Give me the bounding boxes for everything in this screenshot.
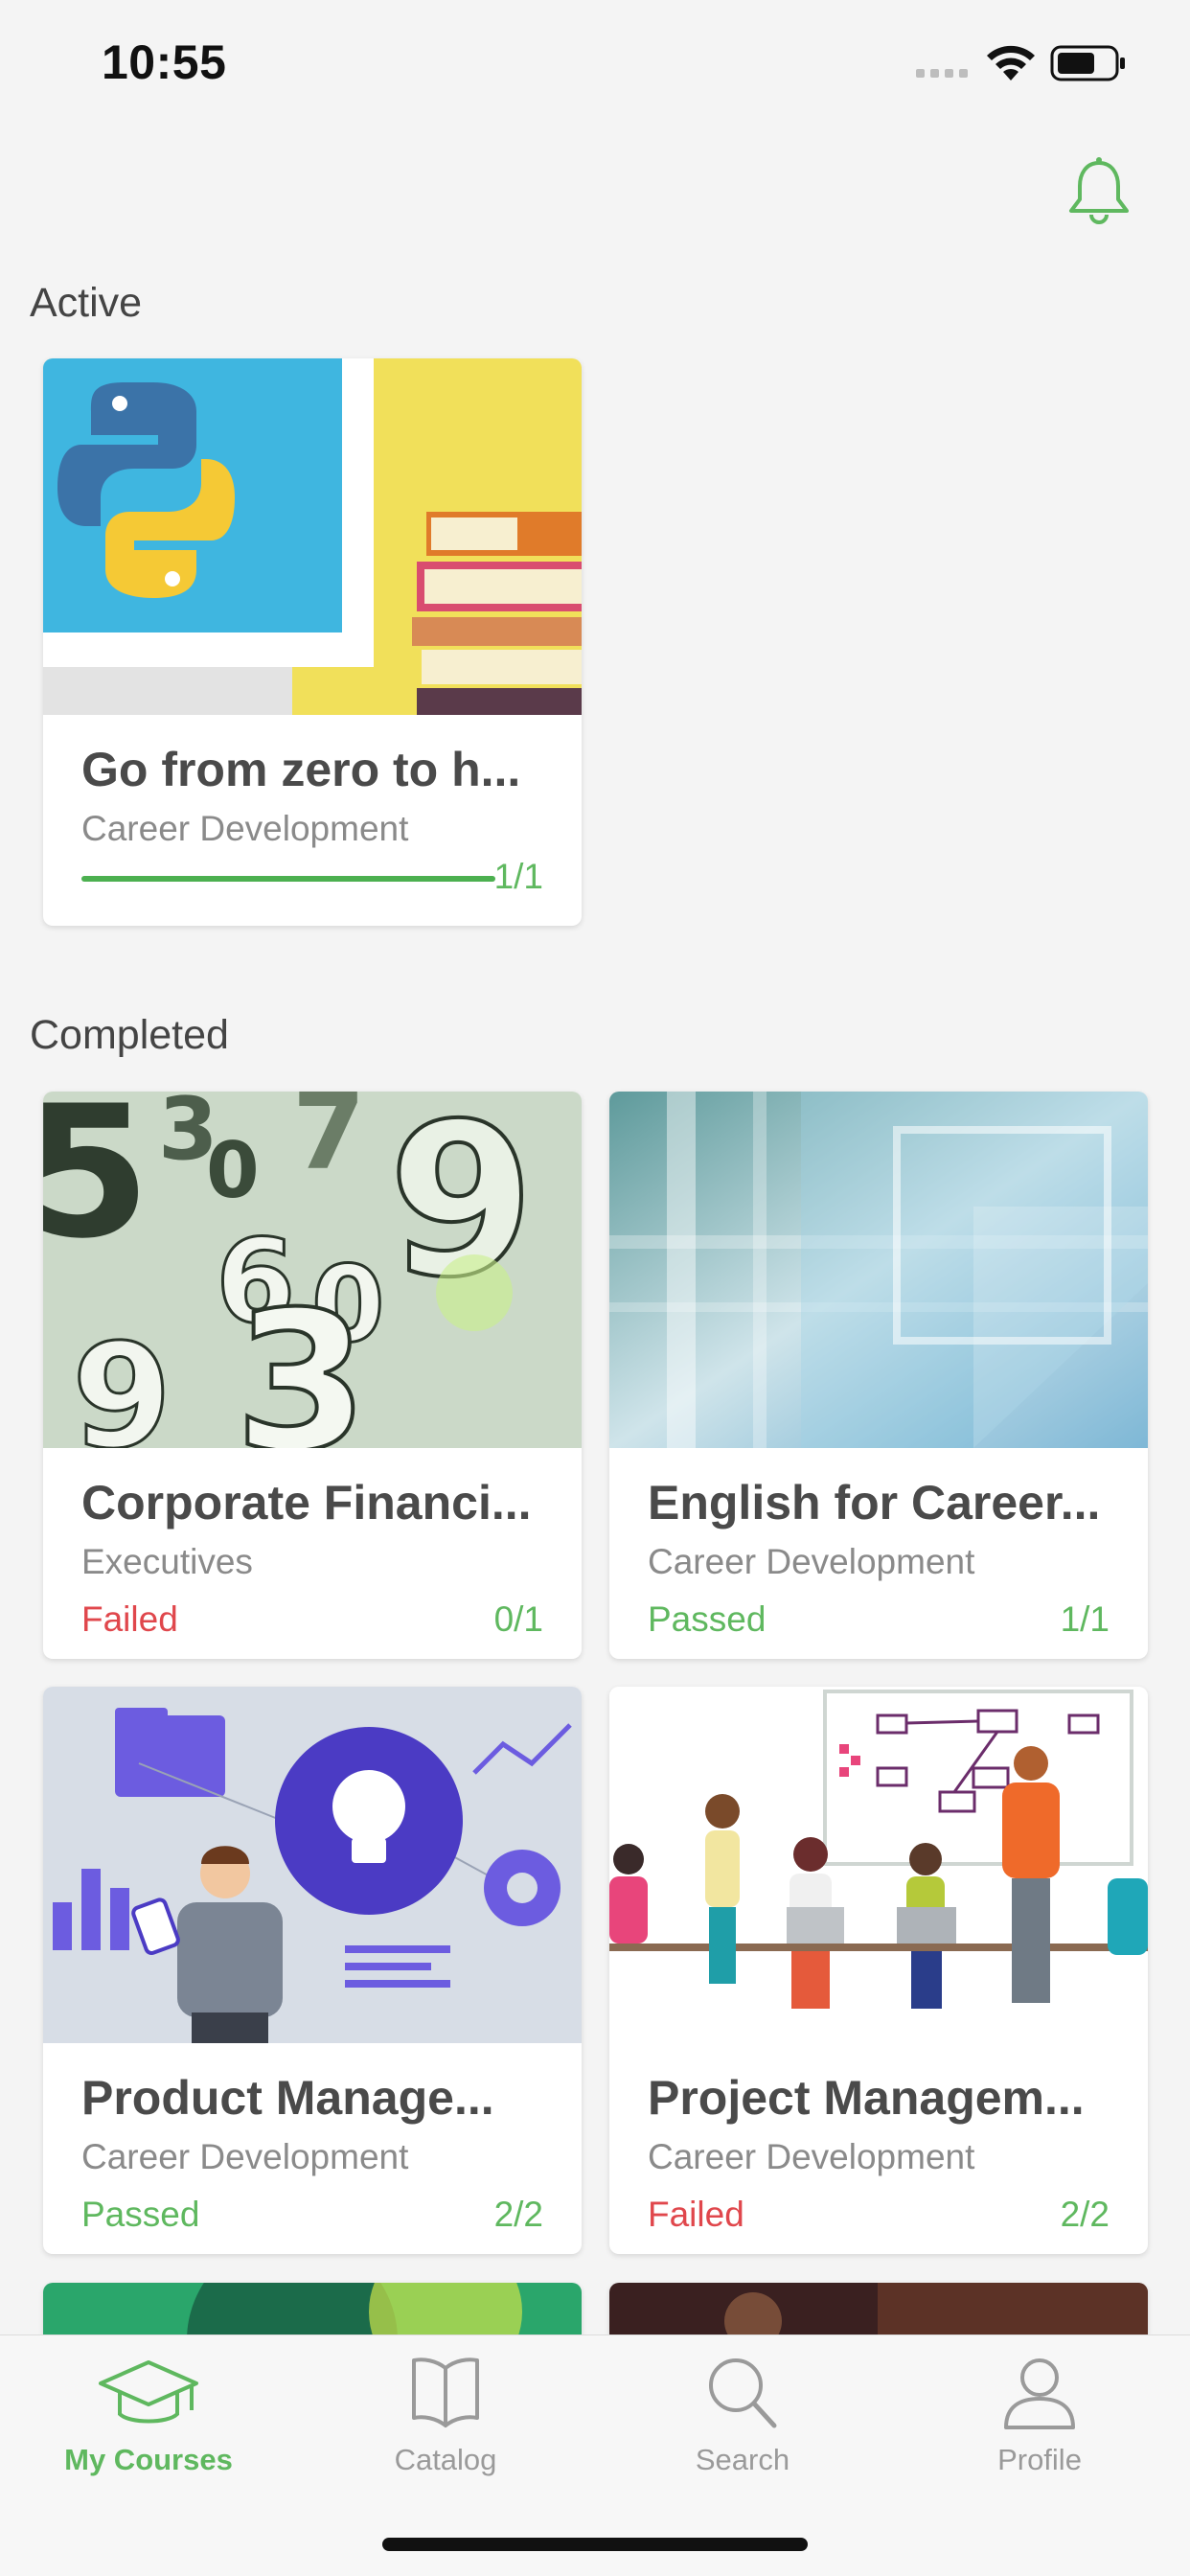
course-title: English for Career...	[648, 1476, 1101, 1530]
course-category: Career Development	[81, 809, 409, 848]
svg-text:5: 5	[43, 1092, 150, 1278]
course-title: Product Manage...	[81, 2071, 494, 2125]
course-status: Failed	[648, 2195, 744, 2234]
course-progress-bar	[81, 876, 495, 882]
section-title-active: Active	[30, 280, 143, 326]
course-thumbnail	[609, 1687, 1148, 2043]
section-title-completed: Completed	[30, 1012, 229, 1058]
tab-label: Search	[695, 2443, 790, 2476]
course-category: Career Development	[648, 1542, 975, 1581]
course-thumbnail: 5 3 0 7 9 6 0 9 3	[43, 1092, 582, 1448]
search-icon	[709, 2358, 777, 2428]
course-status: Passed	[648, 1599, 767, 1639]
status-bar: 10:55	[0, 0, 1190, 126]
course-category: Career Development	[648, 2137, 975, 2176]
course-card[interactable]: 5 3 0 7 9 6 0 9 3 Corporate Financi... E…	[43, 1092, 582, 1659]
home-indicator	[382, 2538, 808, 2551]
course-progress-count: 1/1	[1060, 1599, 1110, 1639]
course-progress-count: 2/2	[493, 2195, 543, 2234]
course-category: Executives	[81, 1542, 253, 1581]
tab-search[interactable]: Search	[594, 2355, 891, 2498]
tab-profile[interactable]: Profile	[891, 2355, 1188, 2498]
tab-label: My Courses	[64, 2443, 233, 2476]
course-card[interactable]: Product Manage... Career Development Pas…	[43, 1687, 582, 2254]
course-progress-count: 1/1	[493, 857, 543, 896]
cellular-signal-icon	[916, 69, 968, 78]
course-category: Career Development	[81, 2137, 409, 2176]
course-progress-count: 0/1	[493, 1599, 543, 1639]
course-title: Project Managem...	[648, 2071, 1085, 2125]
course-title: Corporate Financi...	[81, 1476, 532, 1530]
book-icon	[412, 2358, 479, 2427]
svg-text:3: 3	[235, 1271, 368, 1448]
course-card[interactable]: Go from zero to h... Career Development …	[43, 358, 582, 926]
course-card[interactable]: English for Career... Career Development…	[609, 1092, 1148, 1659]
bell-icon[interactable]	[1062, 153, 1136, 228]
svg-text:9: 9	[72, 1314, 172, 1448]
course-thumbnail	[609, 1092, 1148, 1448]
course-thumbnail	[43, 358, 582, 715]
svg-text:0: 0	[206, 1126, 260, 1215]
my-courses-screen: 10:55 Active Go from zero to h... Career…	[0, 0, 1190, 2576]
course-status: Passed	[81, 2195, 200, 2234]
course-progress-count: 2/2	[1060, 2195, 1110, 2234]
wifi-icon	[987, 45, 1035, 80]
course-card[interactable]: Project Managem... Career Development Fa…	[609, 1687, 1148, 2254]
tab-label: Profile	[997, 2443, 1082, 2476]
graduation-cap-icon	[99, 2360, 198, 2424]
course-status: Failed	[81, 1599, 178, 1639]
svg-text:7: 7	[292, 1092, 366, 1193]
course-progress-fill	[81, 876, 495, 882]
course-thumbnail	[43, 1687, 582, 2043]
tab-catalog[interactable]: Catalog	[297, 2355, 594, 2498]
tab-label: Catalog	[394, 2443, 497, 2476]
battery-icon	[1050, 45, 1125, 81]
status-time: 10:55	[102, 35, 227, 89]
course-title: Go from zero to h...	[81, 743, 521, 796]
user-icon	[1004, 2358, 1075, 2429]
tab-my-courses[interactable]: My Courses	[0, 2355, 297, 2498]
